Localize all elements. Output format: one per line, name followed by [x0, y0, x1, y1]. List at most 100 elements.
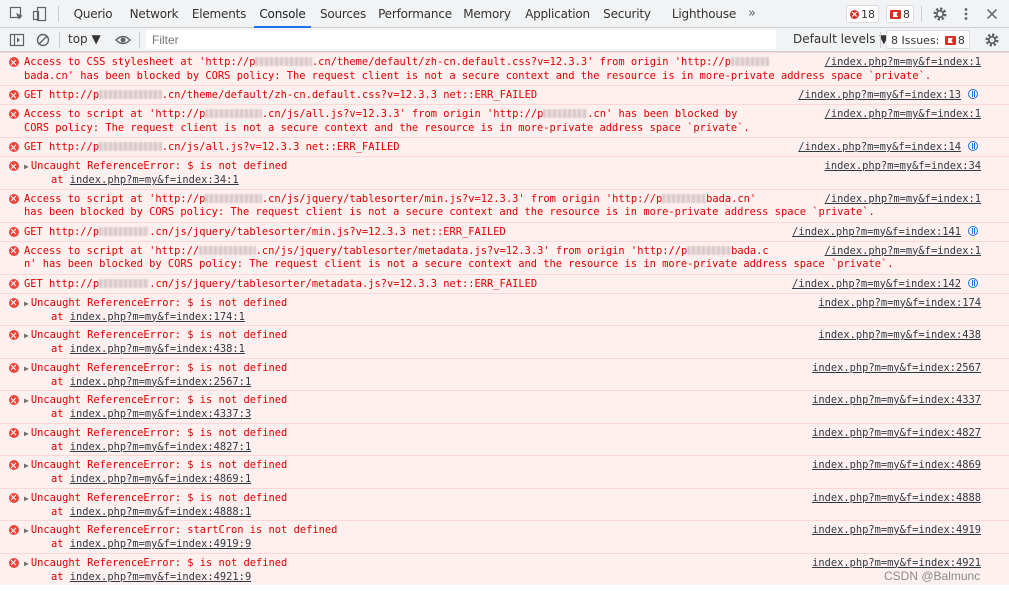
stack-trace-link[interactable]: index.php?m=my&f=index:4888:1: [70, 506, 251, 518]
source-link[interactable]: /index.php?m=my&f=index:1: [825, 56, 981, 70]
console-error-row[interactable]: ▶ Uncaught ReferenceError: $ is not defin…: [0, 292, 1009, 325]
expand-triangle-icon[interactable]: ▶: [24, 526, 29, 535]
console-message-text: Access to script at 'http://.cn/js/jquer…: [24, 245, 894, 272]
tab-lighthouse[interactable]: Lighthouse: [671, 0, 737, 27]
source-link[interactable]: /index.php?m=my&f=index:1: [825, 108, 981, 122]
expand-triangle-icon[interactable]: ▶: [24, 162, 29, 171]
expand-triangle-icon[interactable]: ▶: [24, 461, 29, 470]
tab-security[interactable]: Security: [601, 0, 653, 27]
stack-trace-link[interactable]: index.php?m=my&f=index:4337:3: [70, 408, 251, 420]
tab-network[interactable]: Network: [124, 0, 184, 27]
source-link[interactable]: index.php?m=my&f=index:4827: [812, 427, 981, 441]
source-link[interactable]: index.php?m=my&f=index:2567: [812, 362, 981, 376]
device-toolbar-icon[interactable]: [32, 6, 48, 22]
redacted-hostname: [687, 245, 732, 255]
console-error-row[interactable]: GET http://p .cn/theme/default/zh-cn.defa…: [0, 85, 1009, 104]
close-icon[interactable]: [984, 6, 1000, 22]
stack-trace-link[interactable]: index.php?m=my&f=index:4827:1: [70, 441, 251, 453]
filter-input[interactable]: [146, 30, 776, 49]
error-message-line: Access to script at 'http://p .cn/js/jque…: [24, 192, 757, 205]
console-message-text: ▶ Uncaught ReferenceError: $ is not defin…: [24, 329, 814, 343]
source-link[interactable]: /index.php?m=my&f=index:13: [798, 89, 961, 103]
stack-trace-link[interactable]: index.php?m=my&f=index:34:1: [70, 174, 239, 186]
stack-trace-link[interactable]: index.php?m=my&f=index:438:1: [70, 343, 245, 355]
source-link[interactable]: /index.php?m=my&f=index:14: [798, 141, 961, 155]
error-icon: [9, 395, 19, 405]
source-link[interactable]: index.php?m=my&f=index:4337: [812, 394, 981, 408]
console-error-row[interactable]: ▶ Uncaught ReferenceError: $ is not defin…: [0, 455, 1009, 488]
context-selector[interactable]: top ▼: [68, 28, 101, 51]
issues-button[interactable]: 8 Issues: 8: [886, 30, 970, 49]
console-error-row[interactable]: ▶ Uncaught ReferenceError: $ is not defin…: [0, 156, 1009, 189]
console-message-text: ▶ Uncaught ReferenceError: $ is not defin…: [24, 557, 814, 571]
console-settings-gear-icon[interactable]: [984, 32, 1000, 48]
source-link[interactable]: index.php?m=my&f=index:4919: [812, 524, 981, 538]
network-request-icon[interactable]: [968, 225, 978, 236]
console-error-row[interactable]: ▶ Uncaught ReferenceError: $ is not defin…: [0, 552, 1009, 585]
console-error-row[interactable]: ▶ Uncaught ReferenceError: $ is not defin…: [0, 390, 1009, 423]
console-error-row[interactable]: Access to script at 'http://p .cn/js/all.…: [0, 104, 1009, 137]
console-error-row[interactable]: Access to script at 'http://p .cn/js/jque…: [0, 188, 1009, 222]
log-levels-dropdown[interactable]: Default levels ▼: [793, 28, 889, 51]
console-error-row[interactable]: ▶ Uncaught ReferenceError: $ is not defin…: [0, 487, 1009, 520]
kebab-menu-icon[interactable]: [958, 6, 974, 22]
console-error-row[interactable]: GET http://p .cn/js/jquery/tablesorter/mi…: [0, 221, 1009, 241]
console-error-row[interactable]: ▶ Uncaught ReferenceError: startCron is n…: [0, 520, 1009, 553]
console-message-text: ▶ Uncaught ReferenceError: $ is not defin…: [24, 492, 814, 506]
network-request-icon[interactable]: [968, 89, 978, 99]
source-link[interactable]: index.php?m=my&f=index:174: [818, 297, 981, 311]
gear-icon[interactable]: [932, 6, 948, 22]
console-error-row[interactable]: ▶ Uncaught ReferenceError: $ is not defin…: [0, 422, 1009, 455]
source-link[interactable]: index.php?m=my&f=index:4869: [812, 459, 981, 473]
source-link[interactable]: /index.php?m=my&f=index:1: [825, 193, 981, 207]
tab-console[interactable]: Console: [254, 0, 311, 28]
stack-trace-link[interactable]: index.php?m=my&f=index:4921:9: [70, 571, 251, 583]
tab-querio[interactable]: Querio: [69, 0, 117, 27]
error-message-line: bada.cn' has been blocked by CORS policy…: [24, 69, 932, 82]
stack-at-label: at: [51, 310, 70, 323]
expand-triangle-icon[interactable]: ▶: [24, 396, 29, 405]
source-link[interactable]: /index.php?m=my&f=index:142: [792, 278, 961, 292]
tab-elements[interactable]: Elements: [190, 0, 248, 27]
source-link[interactable]: index.php?m=my&f=index:4888: [812, 492, 981, 506]
tab-application[interactable]: Application: [522, 0, 593, 27]
issue-count-badge[interactable]: 8: [886, 5, 914, 23]
network-request-icon[interactable]: [968, 141, 978, 151]
error-icon: [850, 6, 859, 24]
stack-trace-link[interactable]: index.php?m=my&f=index:4919:9: [70, 538, 251, 550]
source-link[interactable]: index.php?m=my&f=index:438: [818, 329, 981, 343]
console-error-row[interactable]: ▶ Uncaught ReferenceError: $ is not defin…: [0, 357, 1009, 390]
expand-triangle-icon[interactable]: ▶: [24, 299, 29, 308]
expand-triangle-icon[interactable]: ▶: [24, 559, 29, 568]
expand-triangle-icon[interactable]: ▶: [24, 494, 29, 503]
source-link[interactable]: /index.php?m=my&f=index:141: [792, 226, 961, 240]
error-icon: [9, 525, 19, 535]
tab-memory[interactable]: Memory: [461, 0, 513, 27]
console-error-row[interactable]: Access to CSS stylesheet at 'http://p .cn…: [0, 52, 1009, 85]
eye-icon[interactable]: [115, 32, 131, 48]
expand-triangle-icon[interactable]: ▶: [24, 364, 29, 373]
show-sidebar-icon[interactable]: [9, 32, 25, 48]
inspect-element-icon[interactable]: [9, 6, 25, 22]
source-link[interactable]: /index.php?m=my&f=index:1: [825, 245, 981, 259]
stack-at-label: at: [51, 473, 70, 485]
console-error-row[interactable]: ▶ Uncaught ReferenceError: $ is not defin…: [0, 325, 1009, 358]
stack-trace-link[interactable]: index.php?m=my&f=index:4869:1: [70, 473, 251, 485]
console-error-row[interactable]: Access to script at 'http://.cn/js/jquer…: [0, 240, 1009, 274]
stack-trace-link[interactable]: index.php?m=my&f=index:2567:1: [70, 376, 251, 388]
clear-console-icon[interactable]: [35, 32, 51, 48]
console-error-row[interactable]: GET http://p .cn/js/all.js?v=12.3.3 net::…: [0, 137, 1009, 156]
expand-triangle-icon[interactable]: ▶: [24, 331, 29, 340]
error-count: 18: [861, 8, 875, 21]
expand-triangle-icon[interactable]: ▶: [24, 429, 29, 438]
stack-trace-link[interactable]: index.php?m=my&f=index:174:1: [70, 311, 245, 323]
network-request-icon[interactable]: [968, 277, 978, 288]
source-link[interactable]: index.php?m=my&f=index:4921: [812, 557, 981, 571]
stack-at-label: at: [51, 538, 70, 550]
tab-performance[interactable]: Performance: [377, 0, 453, 27]
source-link[interactable]: index.php?m=my&f=index:34: [825, 160, 981, 174]
more-tabs-icon[interactable]: »: [748, 0, 756, 28]
error-count-badge[interactable]: 18: [846, 5, 879, 24]
tab-sources[interactable]: Sources: [317, 0, 369, 27]
console-error-row[interactable]: GET http://p .cn/js/jquery/tablesorter/me…: [0, 273, 1009, 293]
